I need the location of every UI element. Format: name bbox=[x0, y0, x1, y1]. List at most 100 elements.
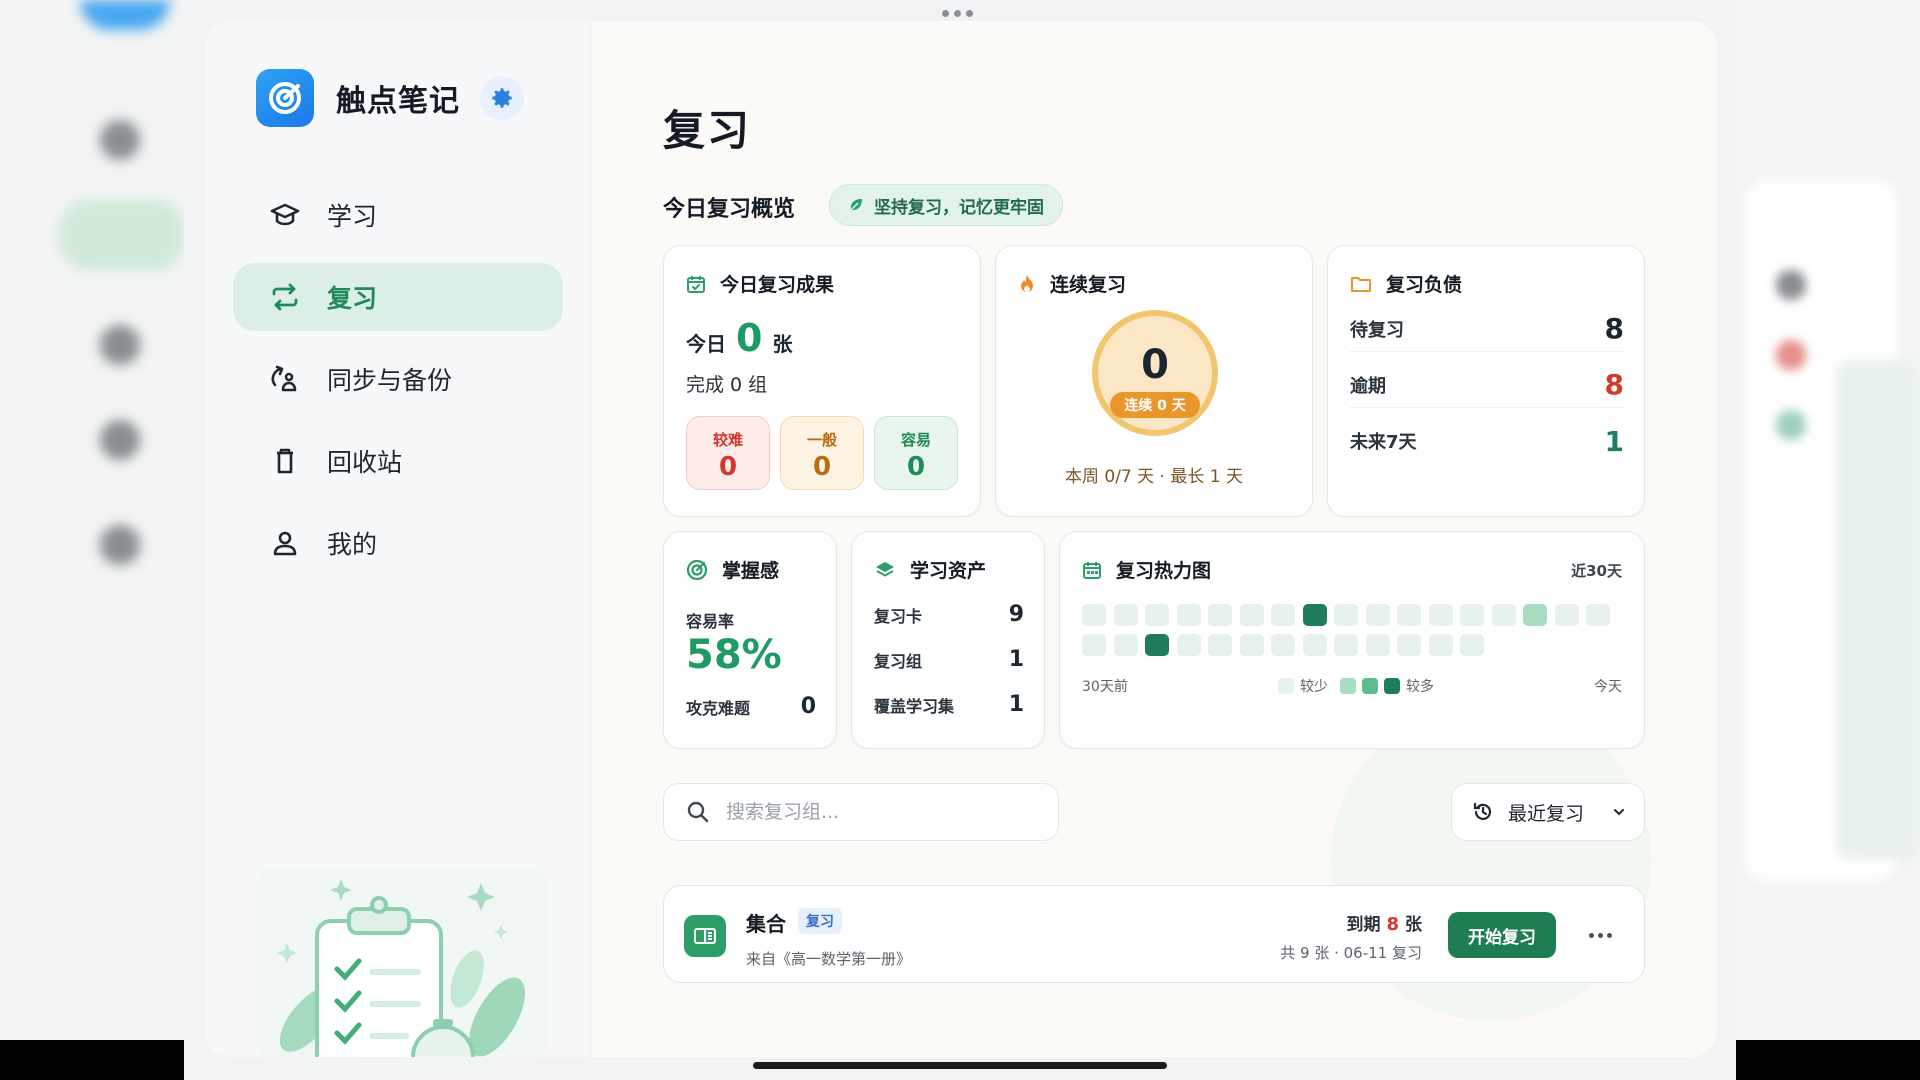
hard-conquered-label: 攻克难题 bbox=[686, 698, 751, 718]
easy-rate-label: 容易率 bbox=[686, 612, 735, 631]
card-header: 复习负债 bbox=[1350, 270, 1462, 297]
group-name: 集合 bbox=[746, 912, 786, 936]
layers-icon bbox=[874, 560, 896, 580]
sidebar-item-sync[interactable]: 同步与备份 bbox=[233, 345, 563, 413]
heatmap-cell bbox=[1554, 604, 1579, 626]
heatmap-cell bbox=[1334, 634, 1358, 656]
card-header: 学习资产 bbox=[874, 556, 986, 583]
debt-row-next7: 未来7天 1 bbox=[1350, 418, 1624, 464]
sync-icon bbox=[267, 361, 303, 397]
heatmap-cell bbox=[1082, 604, 1106, 626]
study-assets-card: 学习资产 复习卡 9 复习组 1 覆盖学习集 1 bbox=[851, 531, 1045, 749]
start-review-button[interactable]: 开始复习 bbox=[1448, 912, 1556, 958]
legend-swatch-low bbox=[1278, 678, 1294, 694]
heatmap-cell bbox=[1176, 634, 1201, 656]
rating-label: 较难 bbox=[712, 431, 743, 449]
debt-value: 8 bbox=[1604, 368, 1624, 401]
heatmap-cell bbox=[1397, 634, 1421, 656]
clipboard-illustration-icon bbox=[257, 869, 547, 1057]
sidebar-item-label: 回收站 bbox=[327, 448, 403, 477]
search-input[interactable] bbox=[726, 801, 1026, 823]
settings-gear-icon[interactable] bbox=[480, 76, 524, 120]
heatmap-cell bbox=[1176, 604, 1201, 626]
calendar-icon bbox=[1082, 560, 1102, 580]
heatmap-cell bbox=[1491, 604, 1516, 626]
multitask-handle[interactable] bbox=[942, 10, 973, 17]
home-indicator[interactable] bbox=[753, 1062, 1167, 1069]
debt-row-pending: 待复习 8 bbox=[1350, 306, 1624, 352]
heatmap-cell bbox=[1208, 604, 1232, 626]
app-window: 触点笔记 学习 复习 同步与备份 回收站 我的 复习 今日复习概览 坚持复习，记… bbox=[184, 0, 1736, 1080]
sidebar-item-label: 我的 bbox=[327, 530, 378, 559]
heatmap-cell bbox=[1271, 604, 1295, 626]
page-title: 复习 bbox=[663, 106, 752, 155]
review-group-item[interactable]: 集合 复习 来自《高一数学第一册》 到期 8 张 共 9 张 · 06-11 复… bbox=[663, 885, 1645, 983]
review-debt-card: 复习负债 待复习 8 逾期 8 未来7天 1 bbox=[1327, 245, 1645, 517]
card-title: 连续复习 bbox=[1050, 274, 1127, 296]
card-title: 掌握感 bbox=[722, 560, 780, 582]
main-content: 复习 今日复习概览 坚持复习，记忆更牢固 今日复习成果 今日 0 张 完成 0 … bbox=[591, 21, 1717, 1057]
heatmap-cell bbox=[1113, 604, 1138, 626]
heatmap-start-label: 30天前 bbox=[1082, 679, 1128, 695]
due-prefix: 到期 bbox=[1346, 915, 1381, 935]
heatmap-cell bbox=[1586, 604, 1610, 626]
heatmap-cell bbox=[1365, 604, 1390, 626]
group-due: 到期 8 张 bbox=[1346, 910, 1422, 935]
rating-label: 一般 bbox=[806, 431, 837, 449]
debt-row-overdue: 逾期 8 bbox=[1350, 362, 1624, 408]
heatmap-cell bbox=[1302, 634, 1327, 656]
sort-dropdown[interactable]: 最近复习 bbox=[1451, 783, 1645, 841]
sidebar-item-profile[interactable]: 我的 bbox=[233, 509, 563, 577]
rating-medium: 一般 0 bbox=[780, 416, 864, 490]
legend-swatch-mid bbox=[1340, 678, 1356, 694]
hard-conquered-value: 0 bbox=[800, 694, 816, 719]
card-title: 复习热力图 bbox=[1116, 560, 1212, 582]
group-meta: 共 9 张 · 06-11 复习 bbox=[1280, 944, 1422, 962]
due-count: 8 bbox=[1386, 914, 1399, 935]
overview-title: 今日复习概览 bbox=[663, 197, 796, 222]
asset-label: 覆盖学习集 bbox=[874, 696, 955, 716]
streak-chip: 连续 0 天 bbox=[1110, 392, 1200, 418]
heatmap-cell bbox=[1145, 604, 1169, 626]
card-header: 今日复习成果 bbox=[686, 270, 834, 297]
asset-row-cards: 复习卡 9 bbox=[874, 602, 1024, 627]
calendar-check-icon bbox=[686, 274, 706, 294]
sidebar-item-review[interactable]: 复习 bbox=[233, 263, 563, 331]
app-name: 触点笔记 bbox=[336, 84, 460, 119]
sort-label: 最近复习 bbox=[1508, 802, 1585, 825]
user-icon bbox=[267, 525, 303, 561]
legend-swatch-max bbox=[1384, 678, 1400, 694]
background-app-right bbox=[1736, 0, 1920, 1040]
flame-icon bbox=[1018, 274, 1036, 294]
asset-row-groups: 复习组 1 bbox=[874, 647, 1024, 672]
more-options-icon[interactable] bbox=[1582, 920, 1618, 950]
trash-icon bbox=[267, 443, 303, 479]
repeat-icon bbox=[267, 279, 303, 315]
leaf-icon bbox=[848, 197, 864, 213]
card-header: 连续复习 bbox=[1018, 270, 1126, 297]
today-count: 今日 0 张 bbox=[686, 316, 792, 360]
streak-week-text: 本周 0/7 天 · 最长 1 天 bbox=[1064, 467, 1243, 487]
legend-more: 较多 bbox=[1406, 679, 1434, 695]
heatmap-cell bbox=[1428, 634, 1453, 656]
clock-history-icon bbox=[1472, 801, 1494, 823]
search-icon bbox=[686, 800, 710, 824]
sidebar-item-study[interactable]: 学习 bbox=[233, 181, 563, 249]
review-heatmap-card: 复习热力图 近30天 30天前 较少 较多 今天 bbox=[1059, 531, 1645, 749]
legend-swatch-high bbox=[1362, 678, 1378, 694]
sidebar-item-label: 学习 bbox=[327, 202, 378, 231]
due-unit: 张 bbox=[1405, 915, 1422, 935]
target-icon bbox=[686, 559, 708, 581]
heatmap-legend: 较少 较多 bbox=[1278, 676, 1446, 696]
graduation-cap-icon bbox=[267, 197, 303, 233]
heatmap-cell bbox=[1523, 604, 1547, 626]
heatmap-cell bbox=[1397, 604, 1421, 626]
sidebar-item-label: 同步与备份 bbox=[327, 366, 453, 395]
heatmap-cell bbox=[1145, 634, 1169, 656]
group-source: 来自《高一数学第一册》 bbox=[746, 950, 912, 968]
tip-badge: 坚持复习，记忆更牢固 bbox=[829, 184, 1063, 226]
search-box[interactable] bbox=[663, 783, 1059, 841]
sidebar-item-trash[interactable]: 回收站 bbox=[233, 427, 563, 495]
card-title: 复习负债 bbox=[1386, 274, 1463, 296]
heatmap-cell bbox=[1365, 634, 1390, 656]
